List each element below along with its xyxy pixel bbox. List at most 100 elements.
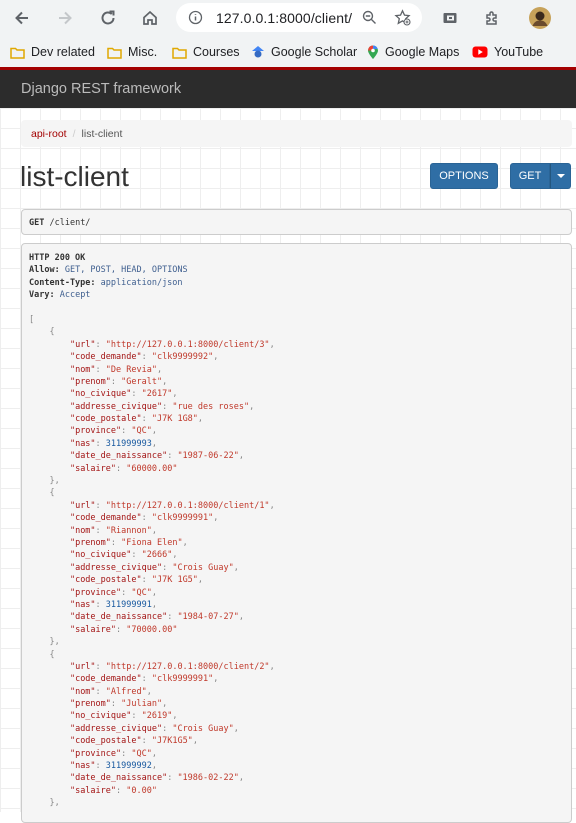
json-field: "code_postale": "J7K1G5", <box>69 736 198 747</box>
extension-app-icon <box>443 13 457 23</box>
home-icon <box>143 10 157 25</box>
json-field: "province": "QC", <box>69 587 157 598</box>
json-field: "prenom": "Fiona Elen", <box>69 537 188 548</box>
folder-icon <box>107 46 122 59</box>
bookmark-label: Courses <box>193 45 240 59</box>
puzzle-icon <box>486 11 497 25</box>
json-object-close: }, <box>49 637 60 648</box>
folder-icon <box>172 46 187 59</box>
options-button[interactable]: OPTIONS <box>430 163 498 189</box>
header-value: application/json <box>100 277 183 288</box>
avatar <box>529 7 551 29</box>
request-info: GET /client/ <box>21 209 572 235</box>
bookmark-label: Google Maps <box>385 45 460 59</box>
header-name: Vary: <box>29 290 55 301</box>
response-status: HTTP 200 OK <box>29 253 86 263</box>
json-field: "salaire": "0.00" <box>69 785 157 796</box>
bookmark-google-maps[interactable]: Google Maps <box>367 41 459 63</box>
caret-down-icon <box>556 174 565 178</box>
json-field: "nom": "Riannon", <box>69 525 157 536</box>
bookmark-youtube[interactable]: YouTube <box>472 41 543 63</box>
json-field: "no_civique": "2666", <box>69 550 178 561</box>
json-field: "code_demande": "clk9999991", <box>69 674 219 685</box>
header-name: Allow: <box>29 265 60 276</box>
request-method: GET <box>29 218 45 228</box>
json-field: "salaire": "60000.00" <box>69 463 178 474</box>
response-info: HTTP 200 OK Allow: GET, POST, HEAD, OPTI… <box>21 243 572 823</box>
breadcrumb-api-root[interactable]: api-root <box>31 128 67 140</box>
json-field: "nas": 311999992, <box>69 761 157 772</box>
brand-link[interactable]: Django REST framework <box>21 81 181 97</box>
json-object-close: }, <box>49 798 60 809</box>
json-field: "nom": "Alfred", <box>69 686 152 697</box>
json-field: "no_civique": "2619", <box>69 711 178 722</box>
browser-toolbar: 127.0.0.1:8000/client/ <box>0 0 576 36</box>
get-button[interactable]: GET <box>510 163 550 189</box>
json-field: "code_demande": "clk9999992", <box>69 352 219 363</box>
google-scholar-icon <box>251 45 265 59</box>
breadcrumb: api-root / list-client <box>21 120 572 147</box>
site-info-icon[interactable] <box>188 10 203 30</box>
bookmark-label: Dev related <box>31 45 95 59</box>
address-bar[interactable]: 127.0.0.1:8000/client/ <box>176 3 422 32</box>
bookmark-star-icon[interactable] <box>394 9 411 31</box>
bookmark-label: YouTube <box>494 45 544 59</box>
bookmark-label: Misc. <box>128 45 158 59</box>
json-field: "code_postale": "J7K 1G8", <box>69 414 204 425</box>
header-name: Content-Type: <box>29 277 96 288</box>
main-content: api-root / list-client list-client OPTIO… <box>0 108 576 823</box>
json-open-bracket: [ <box>29 314 35 325</box>
json-field: "salaire": "70000.00" <box>69 624 178 635</box>
json-field: "province": "QC", <box>69 748 157 759</box>
extensions-button[interactable] <box>479 5 505 31</box>
json-field: "addresse_civique": "Crois Guay", <box>69 562 239 573</box>
page-title: list-client <box>20 161 129 192</box>
json-field: "url": "http://127.0.0.1:8000/client/1", <box>69 500 275 511</box>
header-value: Accept <box>59 290 91 301</box>
json-field: "date_de_naissance": "1984-07-27", <box>69 612 244 623</box>
profile-button[interactable] <box>527 5 553 31</box>
json-field: "url": "http://127.0.0.1:8000/client/2", <box>69 661 275 672</box>
json-field: "code_postale": "J7K 1G5", <box>69 575 204 586</box>
forward-button[interactable] <box>52 5 78 31</box>
breadcrumb-separator: / <box>72 127 76 140</box>
drf-navbar: Django REST framework <box>0 70 576 108</box>
json-object-open: { <box>49 488 55 499</box>
json-field: "url": "http://127.0.0.1:8000/client/3", <box>69 339 275 350</box>
browser-chrome: 127.0.0.1:8000/client/ Dev related Misc. <box>0 0 576 68</box>
bookmark-misc[interactable]: Misc. <box>107 41 157 63</box>
json-field: "date_de_naissance": "1987-06-22", <box>69 451 244 462</box>
json-field: "nas": 311999991, <box>69 599 157 610</box>
bookmark-google-scholar[interactable]: Google Scholar <box>251 41 357 63</box>
back-arrow-icon <box>15 11 28 25</box>
url-text[interactable]: 127.0.0.1:8000/client/ <box>216 10 352 26</box>
json-field: "code_demande": "clk9999991", <box>69 513 219 524</box>
folder-icon <box>10 46 25 59</box>
youtube-icon <box>472 46 488 58</box>
reload-button[interactable] <box>95 5 121 31</box>
bookmark-label: Google Scholar <box>271 45 358 59</box>
home-button[interactable] <box>137 5 163 31</box>
json-field: "addresse_civique": "Crois Guay", <box>69 723 239 734</box>
extension-button[interactable] <box>437 5 463 31</box>
json-field: "province": "QC", <box>69 426 157 437</box>
reload-icon <box>101 10 115 25</box>
json-body: [ { "url": "http://127.0.0.1:8000/client… <box>29 314 571 810</box>
json-field: "addresse_civique": "rue des roses", <box>69 401 255 412</box>
zoom-icon[interactable] <box>362 10 377 30</box>
bookmark-courses[interactable]: Courses <box>172 41 240 63</box>
json-field: "date_de_naissance": "1986-02-22", <box>69 773 244 784</box>
json-object-open: { <box>49 649 55 660</box>
json-field: "nom": "De Revia", <box>69 364 163 375</box>
header-value: GET, POST, HEAD, OPTIONS <box>64 265 188 276</box>
back-button[interactable] <box>9 5 35 31</box>
request-path: /client/ <box>49 218 91 228</box>
bookmarks-bar: Dev related Misc. Courses Google Scholar… <box>0 38 576 66</box>
get-format-dropdown[interactable] <box>550 163 571 189</box>
bookmark-dev-related[interactable]: Dev related <box>10 41 95 63</box>
json-field: "nas": 311999993, <box>69 438 157 449</box>
json-field: "no_civique": "2617", <box>69 389 178 400</box>
breadcrumb-current: list-client <box>81 127 123 140</box>
json-object-close: }, <box>49 476 60 487</box>
json-object-open: { <box>49 327 55 338</box>
